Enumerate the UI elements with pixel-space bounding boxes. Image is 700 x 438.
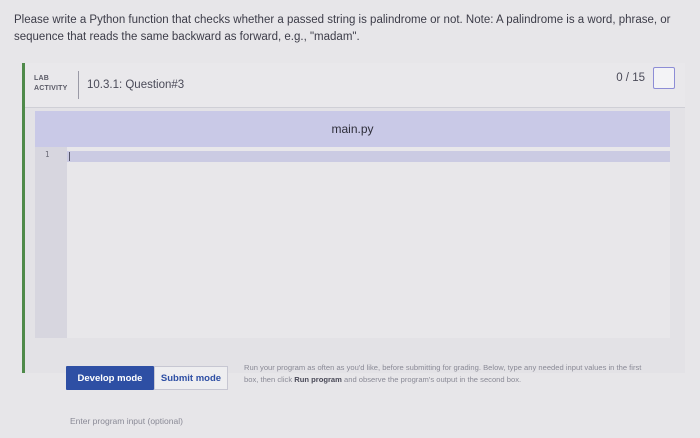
line-number: 1 <box>45 150 50 159</box>
submit-mode-button[interactable]: Submit mode <box>154 366 228 390</box>
header-divider <box>78 71 79 99</box>
text-cursor <box>69 152 70 161</box>
code-editor: main.py 1 <box>35 111 670 338</box>
lab-header: LAB ACTIVITY 10.3.1: Question#3 0 / 15 <box>25 63 685 108</box>
file-tab-label: main.py <box>331 122 374 136</box>
code-text-area[interactable] <box>67 147 670 338</box>
lab-activity-card: LAB ACTIVITY 10.3.1: Question#3 0 / 15 m… <box>22 63 685 373</box>
active-line-highlight <box>67 151 670 162</box>
problem-statement: Please write a Python function that chec… <box>14 14 671 43</box>
lab-activity-badge: LAB ACTIVITY <box>34 74 74 94</box>
develop-mode-button[interactable]: Develop mode <box>66 366 154 390</box>
line-number-gutter: 1 <box>35 147 67 338</box>
badge-line-1: LAB <box>34 75 49 82</box>
lab-title: 10.3.1: Question#3 <box>87 79 185 91</box>
run-instructions: Run your program as often as you'd like,… <box>244 362 654 385</box>
badge-line-2: ACTIVITY <box>34 85 68 92</box>
file-tab-main-py[interactable]: main.py <box>35 111 670 147</box>
program-input-label: Enter program input (optional) <box>70 416 183 426</box>
run-instructions-part-2: and observe the program's output in the … <box>341 374 522 384</box>
score-readout: 0 / 15 <box>616 72 645 84</box>
completion-checkbox-icon <box>653 67 675 89</box>
run-program-emphasis: Run program <box>294 374 342 384</box>
